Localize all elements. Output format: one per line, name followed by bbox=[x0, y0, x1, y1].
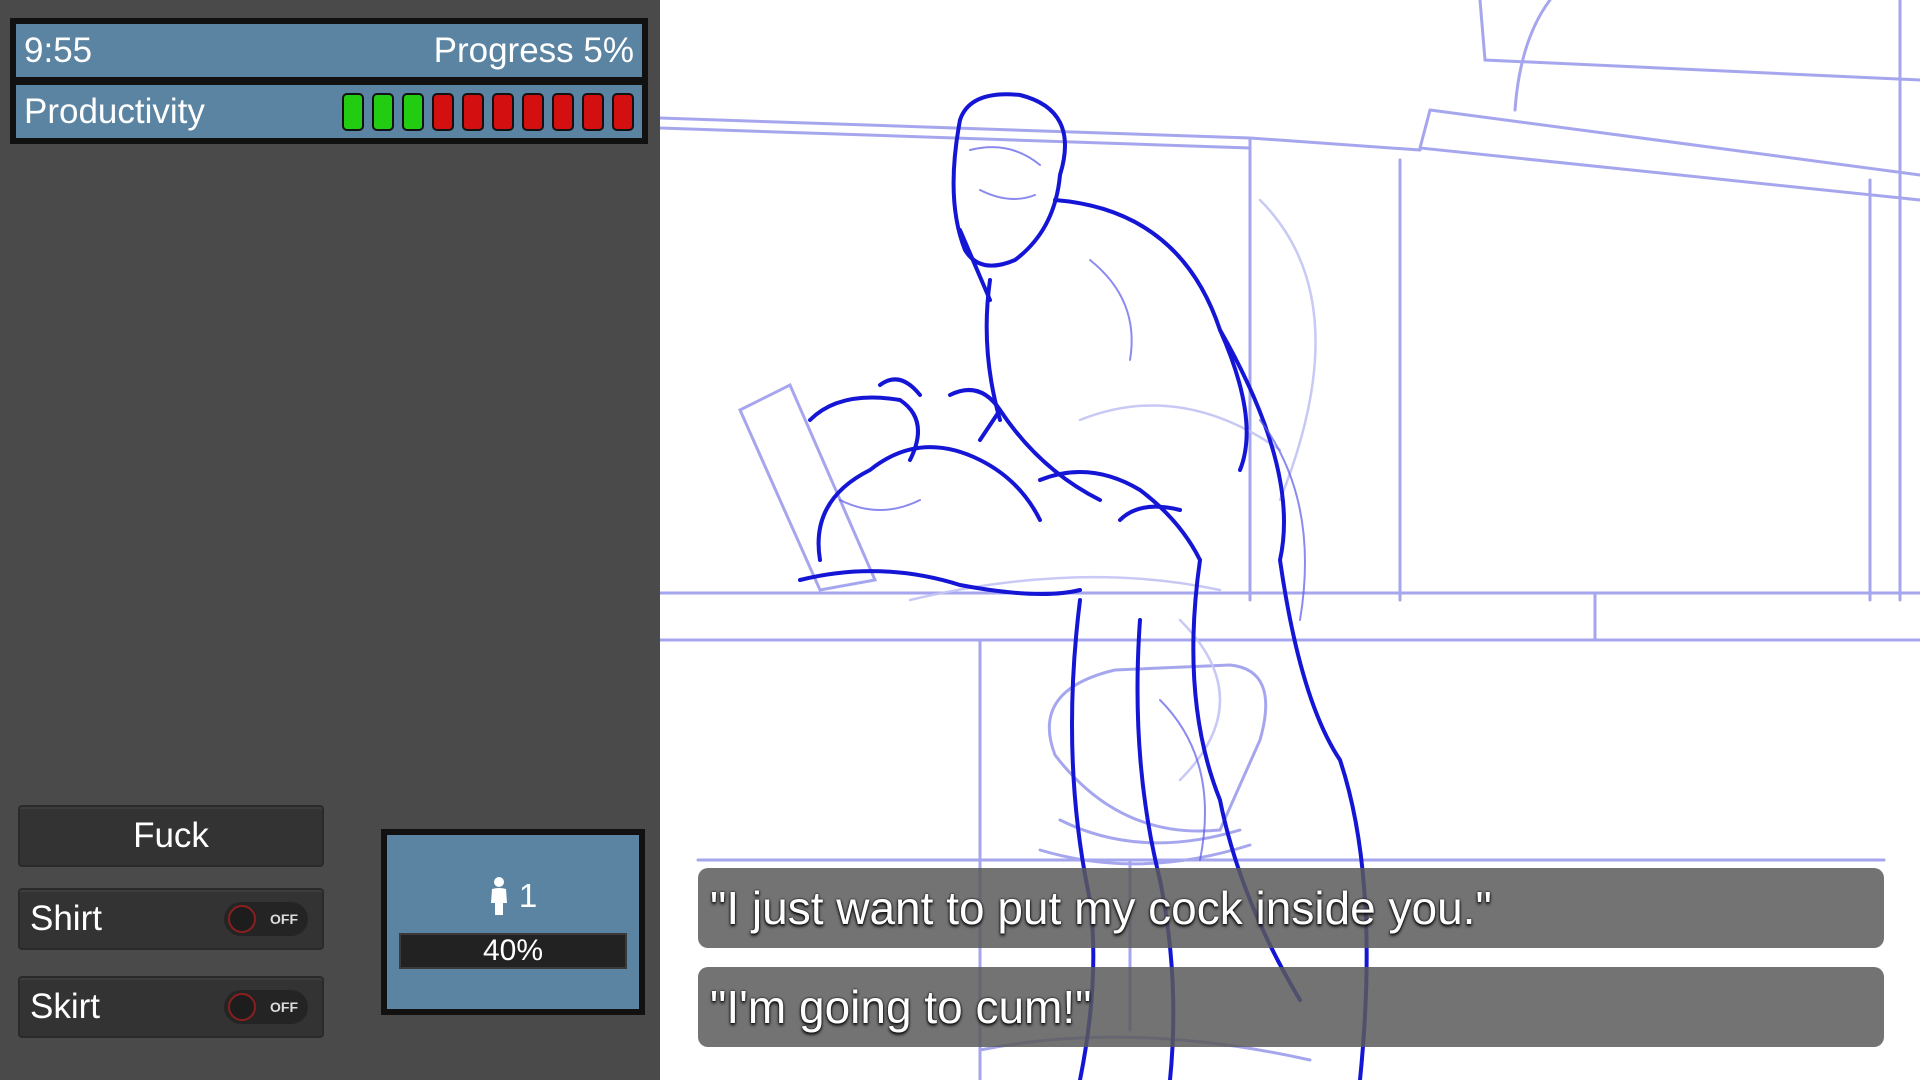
toggle-knob bbox=[228, 993, 256, 1021]
productivity-segment bbox=[492, 92, 514, 131]
shirt-toggle[interactable]: OFF bbox=[224, 902, 308, 936]
productivity-segment bbox=[522, 92, 544, 131]
productivity-segment bbox=[462, 92, 484, 131]
productivity-segment bbox=[582, 92, 604, 131]
left-panel: 9:55 Progress 5% Productivity Fuck Shirt… bbox=[0, 0, 660, 1080]
productivity-row: Productivity bbox=[16, 85, 642, 138]
productivity-segment bbox=[432, 92, 454, 131]
status-panel: 9:55 Progress 5% Productivity bbox=[10, 18, 648, 144]
productivity-label: Productivity bbox=[24, 91, 205, 131]
counter-inner: 1 40% bbox=[387, 835, 639, 1009]
time-progress-row: 9:55 Progress 5% bbox=[16, 24, 642, 77]
person-icon bbox=[490, 877, 507, 915]
productivity-segment bbox=[372, 92, 394, 131]
fuck-button[interactable]: Fuck bbox=[18, 805, 324, 867]
productivity-segment bbox=[552, 92, 574, 131]
scene-view[interactable]: "I just want to put my cock inside you."… bbox=[660, 0, 1920, 1080]
toggle-knob bbox=[228, 905, 256, 933]
productivity-segment bbox=[612, 92, 634, 131]
fuck-button-label: Fuck bbox=[133, 816, 209, 855]
shirt-toggle-state: OFF bbox=[270, 911, 298, 927]
progress-display: Progress 5% bbox=[433, 30, 634, 70]
skirt-toggle[interactable]: OFF bbox=[224, 990, 308, 1024]
dialogue-option-1[interactable]: "I just want to put my cock inside you." bbox=[698, 868, 1884, 948]
productivity-meter bbox=[342, 92, 634, 131]
productivity-segment bbox=[402, 92, 424, 131]
skirt-toggle-row[interactable]: Skirt OFF bbox=[18, 976, 324, 1038]
dialogue-line-1: "I just want to put my cock inside you." bbox=[710, 882, 1492, 934]
productivity-segment bbox=[342, 92, 364, 131]
time-display: 9:55 bbox=[24, 30, 93, 70]
counter-percent: 40% bbox=[482, 934, 544, 967]
counter-panel: 1 40% bbox=[381, 829, 645, 1015]
counter-header: 1 bbox=[387, 877, 639, 915]
dialogue-line-2: "I'm going to cum!" bbox=[710, 981, 1092, 1033]
counter-progress-bar: 40% bbox=[399, 933, 627, 969]
dialogue-option-2[interactable]: "I'm going to cum!" bbox=[698, 967, 1884, 1047]
shirt-label: Shirt bbox=[30, 899, 102, 938]
shirt-toggle-row[interactable]: Shirt OFF bbox=[18, 888, 324, 950]
counter-count: 1 bbox=[518, 877, 538, 914]
skirt-label: Skirt bbox=[30, 987, 100, 1026]
skirt-toggle-state: OFF bbox=[270, 999, 298, 1015]
